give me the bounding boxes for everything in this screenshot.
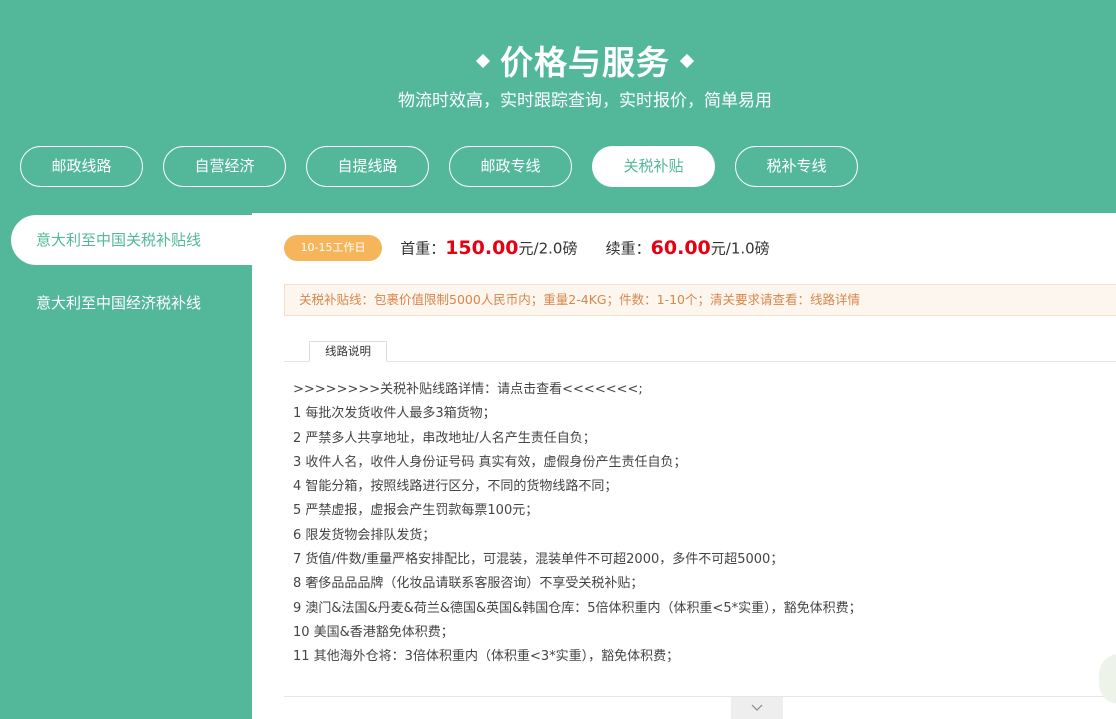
detail-line: 1 每批次发货收件人最多3箱货物； — [293, 406, 496, 422]
first-weight-price: 150.00 — [445, 237, 519, 259]
expand-details-button[interactable] — [731, 697, 783, 719]
detail-line: 4 智能分箱，按照线路进行区分，不同的货物线路不同； — [293, 479, 618, 495]
page: 价格与服务 物流时效高，实时跟踪查询，实时报价，简单易用 邮政线路 自营经济 自… — [0, 0, 1116, 719]
renew-weight-label: 续重： — [605, 239, 651, 258]
tab-postal-line[interactable]: 邮政专线 — [449, 146, 572, 187]
diamond-right-icon — [679, 53, 695, 68]
header: 价格与服务 物流时效高，实时跟踪查询，实时报价，简单易用 邮政线路 自营经济 自… — [0, 0, 1116, 213]
detail-line: >>>>>>>>关税补贴线路详情：请点击查看<<<<<<<; — [293, 382, 643, 397]
tab-route-description[interactable]: 线路说明 — [309, 341, 387, 362]
detail-line: 7 货值/件数/重量严格安排配比，可混装，混装单件不可超2000，多件不可超50… — [293, 552, 784, 568]
tab-tariff-subsidy[interactable]: 关税补贴 — [592, 146, 715, 187]
page-title: 价格与服务 — [0, 36, 1116, 84]
chevron-down-icon — [751, 704, 763, 711]
first-weight-label: 首重： — [400, 239, 446, 258]
sidebar-item-tariff-subsidy-line[interactable]: 意大利至中国关税补贴线 — [11, 215, 252, 265]
detail-line: 2 严禁多人共享地址，串改地址/人名产生责任自负； — [293, 430, 596, 446]
page-title-text: 价格与服务 — [500, 43, 670, 82]
renew-weight-unit: 元/1.0磅 — [710, 239, 770, 258]
tab-postal-route[interactable]: 邮政线路 — [20, 146, 143, 187]
tab-self-economy[interactable]: 自营经济 — [163, 146, 286, 187]
price-row: 10-15工作日 首重：150.00元/2.0磅 续重：60.00元/1.0磅 — [284, 235, 770, 265]
sidebar: 意大利至中国关税补贴线 意大利至中国经济税补线 — [0, 213, 252, 719]
diamond-left-icon — [475, 53, 491, 68]
first-weight-unit: 元/2.0磅 — [518, 239, 578, 258]
renew-weight-price: 60.00 — [650, 237, 711, 259]
detail-line: 11 其他海外仓将：3倍体积重内（体积重<3*实重），豁免体积费； — [293, 649, 680, 665]
tab-tax-line[interactable]: 税补专线 — [735, 146, 858, 187]
details-bottom-divider — [284, 696, 1116, 697]
page-subtitle: 物流时效高，实时跟踪查询，实时报价，简单易用 — [398, 91, 772, 111]
tab-divider — [284, 361, 1116, 362]
route-panel: 10-15工作日 首重：150.00元/2.0磅 续重：60.00元/1.0磅 … — [252, 213, 1116, 719]
route-notice: 关税补贴线：包裹价值限制5000人民币内；重量2-4KG；件数：1-10个；清关… — [284, 284, 1116, 316]
detail-line: 6 限发货物会排队发货； — [293, 527, 436, 543]
detail-line: 9 澳门&法国&丹麦&荷兰&德国&英国&韩国仓库：5倍体积重内（体积重<5*实重… — [293, 600, 862, 616]
delivery-time-badge: 10-15工作日 — [284, 235, 382, 261]
detail-line: 5 严禁虚报，虚报会产生罚款每票100元； — [293, 503, 539, 519]
detail-line: 8 奢侈品品品牌（化妆品请联系客服咨询）不享受关税补贴； — [293, 576, 644, 592]
detail-line: 3 收件人名，收件人身份证号码 真实有效，虚假身份产生责任自负； — [293, 454, 687, 470]
tab-pickup-route[interactable]: 自提线路 — [306, 146, 429, 187]
sidebar-item-economy-tax-line[interactable]: 意大利至中国经济税补线 — [11, 278, 252, 328]
detail-line: 10 美国&香港豁免体积费； — [293, 624, 454, 640]
route-details: >>>>>>>>关税补贴线路详情：请点击查看<<<<<<<; 1 每批次发货收件… — [293, 378, 1113, 670]
